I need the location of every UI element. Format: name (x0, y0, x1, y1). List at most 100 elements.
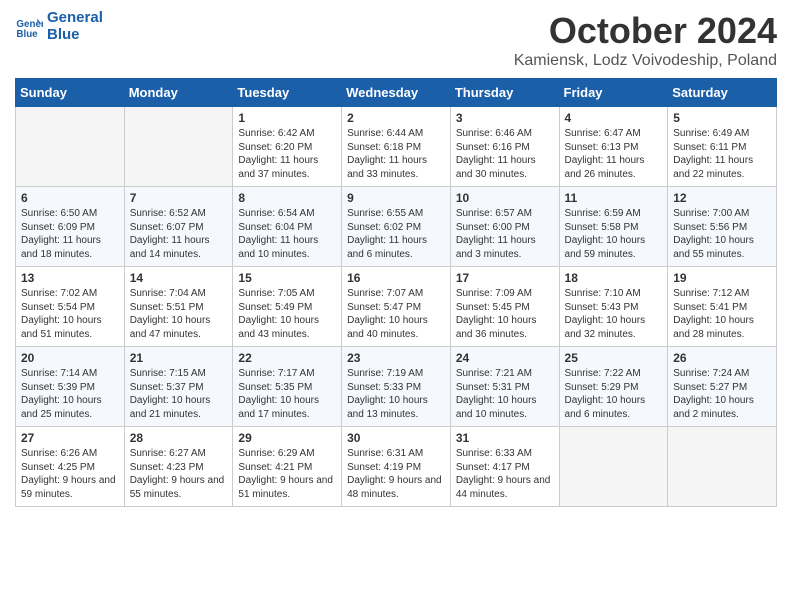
calendar-cell: 30 Sunrise: 6:31 AMSunset: 4:19 PMDayligh… (342, 427, 451, 507)
day-number: 4 (565, 111, 663, 125)
calendar-cell: 15 Sunrise: 7:05 AMSunset: 5:49 PMDayligh… (233, 267, 342, 347)
header-day: Saturday (668, 79, 777, 107)
calendar-cell: 8 Sunrise: 6:54 AMSunset: 6:04 PMDaylight… (233, 187, 342, 267)
day-info: Sunrise: 7:15 AMSunset: 5:37 PMDaylight:… (130, 367, 228, 421)
logo-icon: General Blue (15, 13, 43, 41)
day-number: 28 (130, 431, 228, 445)
day-number: 17 (456, 271, 554, 285)
day-info: Sunrise: 6:29 AMSunset: 4:21 PMDaylight:… (238, 447, 336, 501)
day-info: Sunrise: 6:31 AMSunset: 4:19 PMDaylight:… (347, 447, 445, 501)
day-number: 7 (130, 191, 228, 205)
day-number: 6 (21, 191, 119, 205)
header-day: Wednesday (342, 79, 451, 107)
day-number: 25 (565, 351, 663, 365)
location: Kamiensk, Lodz Voivodeship, Poland (514, 52, 777, 70)
day-number: 10 (456, 191, 554, 205)
logo: General Blue GeneralBlue (15, 10, 103, 43)
calendar-week: 13 Sunrise: 7:02 AMSunset: 5:54 PMDayligh… (16, 267, 777, 347)
calendar-cell: 7 Sunrise: 6:52 AMSunset: 6:07 PMDaylight… (124, 187, 233, 267)
day-info: Sunrise: 6:52 AMSunset: 6:07 PMDaylight:… (130, 207, 228, 261)
calendar-cell: 12Sunrise: 7:00 AMSunset: 5:56 PMDayligh… (668, 187, 777, 267)
day-number: 8 (238, 191, 336, 205)
day-number: 30 (347, 431, 445, 445)
day-number: 26 (673, 351, 771, 365)
day-info: Sunrise: 7:02 AMSunset: 5:54 PMDaylight:… (21, 287, 119, 341)
day-info: Sunrise: 6:50 AMSunset: 6:09 PMDaylight:… (21, 207, 119, 261)
day-number: 29 (238, 431, 336, 445)
calendar-cell: 5 Sunrise: 6:49 AMSunset: 6:11 PMDaylight… (668, 107, 777, 187)
calendar-cell: 10Sunrise: 6:57 AMSunset: 6:00 PMDayligh… (450, 187, 559, 267)
day-number: 9 (347, 191, 445, 205)
month-title: October 2024 (514, 10, 777, 52)
page-header: General Blue GeneralBlue October 2024 Ka… (15, 10, 777, 70)
calendar-cell: 28 Sunrise: 6:27 AMSunset: 4:23 PMDayligh… (124, 427, 233, 507)
day-number: 18 (565, 271, 663, 285)
calendar-cell: 27 Sunrise: 6:26 AMSunset: 4:25 PMDayligh… (16, 427, 125, 507)
day-info: Sunrise: 6:54 AMSunset: 6:04 PMDaylight:… (238, 207, 336, 261)
day-info: Sunrise: 6:42 AMSunset: 6:20 PMDaylight:… (238, 127, 336, 181)
calendar-cell: 6 Sunrise: 6:50 AMSunset: 6:09 PMDaylight… (16, 187, 125, 267)
calendar-body: 1 Sunrise: 6:42 AMSunset: 6:20 PMDaylight… (16, 107, 777, 507)
day-info: Sunrise: 7:14 AMSunset: 5:39 PMDaylight:… (21, 367, 119, 421)
day-info: Sunrise: 7:04 AMSunset: 5:51 PMDaylight:… (130, 287, 228, 341)
day-number: 19 (673, 271, 771, 285)
logo-text: GeneralBlue (47, 10, 103, 43)
day-number: 11 (565, 191, 663, 205)
calendar-cell: 3Sunrise: 6:46 AMSunset: 6:16 PMDaylight… (450, 107, 559, 187)
day-info: Sunrise: 7:05 AMSunset: 5:49 PMDaylight:… (238, 287, 336, 341)
calendar-cell: 13 Sunrise: 7:02 AMSunset: 5:54 PMDayligh… (16, 267, 125, 347)
day-info: Sunrise: 6:47 AMSunset: 6:13 PMDaylight:… (565, 127, 663, 181)
calendar-cell (668, 427, 777, 507)
calendar-cell: 14Sunrise: 7:04 AMSunset: 5:51 PMDayligh… (124, 267, 233, 347)
day-number: 12 (673, 191, 771, 205)
calendar-table: SundayMondayTuesdayWednesdayThursdayFrid… (15, 78, 777, 507)
title-section: October 2024 Kamiensk, Lodz Voivodeship,… (514, 10, 777, 70)
header-day: Thursday (450, 79, 559, 107)
day-info: Sunrise: 7:19 AMSunset: 5:33 PMDaylight:… (347, 367, 445, 421)
calendar-cell: 24Sunrise: 7:21 AMSunset: 5:31 PMDayligh… (450, 347, 559, 427)
calendar-week: 1 Sunrise: 6:42 AMSunset: 6:20 PMDaylight… (16, 107, 777, 187)
day-number: 27 (21, 431, 119, 445)
day-number: 20 (21, 351, 119, 365)
calendar-cell: 25 Sunrise: 7:22 AMSunset: 5:29 PMDayligh… (559, 347, 668, 427)
day-info: Sunrise: 6:33 AMSunset: 4:17 PMDaylight:… (456, 447, 554, 501)
day-info: Sunrise: 6:27 AMSunset: 4:23 PMDaylight:… (130, 447, 228, 501)
day-number: 15 (238, 271, 336, 285)
header-day: Monday (124, 79, 233, 107)
calendar-header: SundayMondayTuesdayWednesdayThursdayFrid… (16, 79, 777, 107)
day-info: Sunrise: 7:07 AMSunset: 5:47 PMDaylight:… (347, 287, 445, 341)
day-info: Sunrise: 7:12 AMSunset: 5:41 PMDaylight:… (673, 287, 771, 341)
header-day: Sunday (16, 79, 125, 107)
day-number: 13 (21, 271, 119, 285)
day-number: 31 (456, 431, 554, 445)
day-number: 2 (347, 111, 445, 125)
calendar-cell: 4 Sunrise: 6:47 AMSunset: 6:13 PMDaylight… (559, 107, 668, 187)
calendar-week: 20 Sunrise: 7:14 AMSunset: 5:39 PMDayligh… (16, 347, 777, 427)
svg-text:Blue: Blue (16, 28, 38, 39)
day-number: 1 (238, 111, 336, 125)
calendar-cell (16, 107, 125, 187)
calendar-cell: 31 Sunrise: 6:33 AMSunset: 4:17 PMDayligh… (450, 427, 559, 507)
day-number: 5 (673, 111, 771, 125)
calendar-cell: 9Sunrise: 6:55 AMSunset: 6:02 PMDaylight… (342, 187, 451, 267)
day-number: 24 (456, 351, 554, 365)
calendar-cell: 29 Sunrise: 6:29 AMSunset: 4:21 PMDayligh… (233, 427, 342, 507)
day-info: Sunrise: 7:17 AMSunset: 5:35 PMDaylight:… (238, 367, 336, 421)
day-info: Sunrise: 7:10 AMSunset: 5:43 PMDaylight:… (565, 287, 663, 341)
day-info: Sunrise: 6:44 AMSunset: 6:18 PMDaylight:… (347, 127, 445, 181)
calendar-cell: 1 Sunrise: 6:42 AMSunset: 6:20 PMDaylight… (233, 107, 342, 187)
calendar-cell: 22Sunrise: 7:17 AMSunset: 5:35 PMDayligh… (233, 347, 342, 427)
calendar-cell: 18 Sunrise: 7:10 AMSunset: 5:43 PMDayligh… (559, 267, 668, 347)
day-info: Sunrise: 6:26 AMSunset: 4:25 PMDaylight:… (21, 447, 119, 501)
day-number: 3 (456, 111, 554, 125)
day-info: Sunrise: 6:49 AMSunset: 6:11 PMDaylight:… (673, 127, 771, 181)
calendar-cell (124, 107, 233, 187)
calendar-cell: 19 Sunrise: 7:12 AMSunset: 5:41 PMDayligh… (668, 267, 777, 347)
day-info: Sunrise: 7:22 AMSunset: 5:29 PMDaylight:… (565, 367, 663, 421)
day-number: 23 (347, 351, 445, 365)
day-info: Sunrise: 7:24 AMSunset: 5:27 PMDaylight:… (673, 367, 771, 421)
calendar-cell: 17Sunrise: 7:09 AMSunset: 5:45 PMDayligh… (450, 267, 559, 347)
day-info: Sunrise: 6:59 AMSunset: 5:58 PMDaylight:… (565, 207, 663, 261)
calendar-cell: 2 Sunrise: 6:44 AMSunset: 6:18 PMDaylight… (342, 107, 451, 187)
calendar-cell: 26 Sunrise: 7:24 AMSunset: 5:27 PMDayligh… (668, 347, 777, 427)
